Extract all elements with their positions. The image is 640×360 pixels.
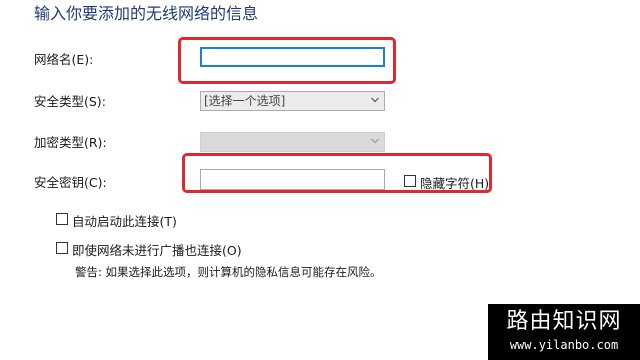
security-key-label: 安全密钥(C): [34, 175, 107, 190]
network-name-label: 网络名(E): [34, 52, 94, 67]
encryption-type-label: 加密类型(R): [34, 135, 107, 150]
security-key-input[interactable] [200, 169, 385, 190]
privacy-warning-text: 警告: 如果选择此选项，则计算机的隐私信息可能存在风险。 [75, 265, 382, 279]
security-type-label: 安全类型(S): [34, 94, 106, 109]
encryption-type-select[interactable] [200, 132, 385, 152]
watermark-title: 路由知识网 [506, 309, 622, 334]
site-watermark: 路由知识网 www.yilanbo.com [488, 304, 640, 360]
page-title: 输入你要添加的无线网络的信息 [34, 4, 259, 23]
hide-characters-checkbox[interactable] [404, 175, 416, 187]
auto-connect-label[interactable]: 自动启动此连接(T) [72, 211, 177, 230]
watermark-url: www.yilanbo.com [509, 338, 619, 352]
connect-hidden-label[interactable]: 即使网络未进行广播也连接(O) [72, 240, 242, 259]
connect-hidden-checkbox[interactable] [56, 242, 68, 254]
chevron-down-icon [371, 138, 379, 145]
auto-connect-checkbox[interactable] [56, 213, 68, 225]
chevron-down-icon [371, 97, 379, 104]
security-type-select[interactable]: [选择一个选项] [200, 91, 385, 111]
add-wireless-network-dialog: 输入你要添加的无线网络的信息 网络名(E): 安全类型(S): [选择一个选项]… [0, 0, 640, 360]
hide-characters-label[interactable]: 隐藏字符(H) [420, 173, 489, 192]
security-type-selected-value: [选择一个选项] [204, 94, 286, 108]
network-name-input[interactable] [200, 47, 385, 67]
